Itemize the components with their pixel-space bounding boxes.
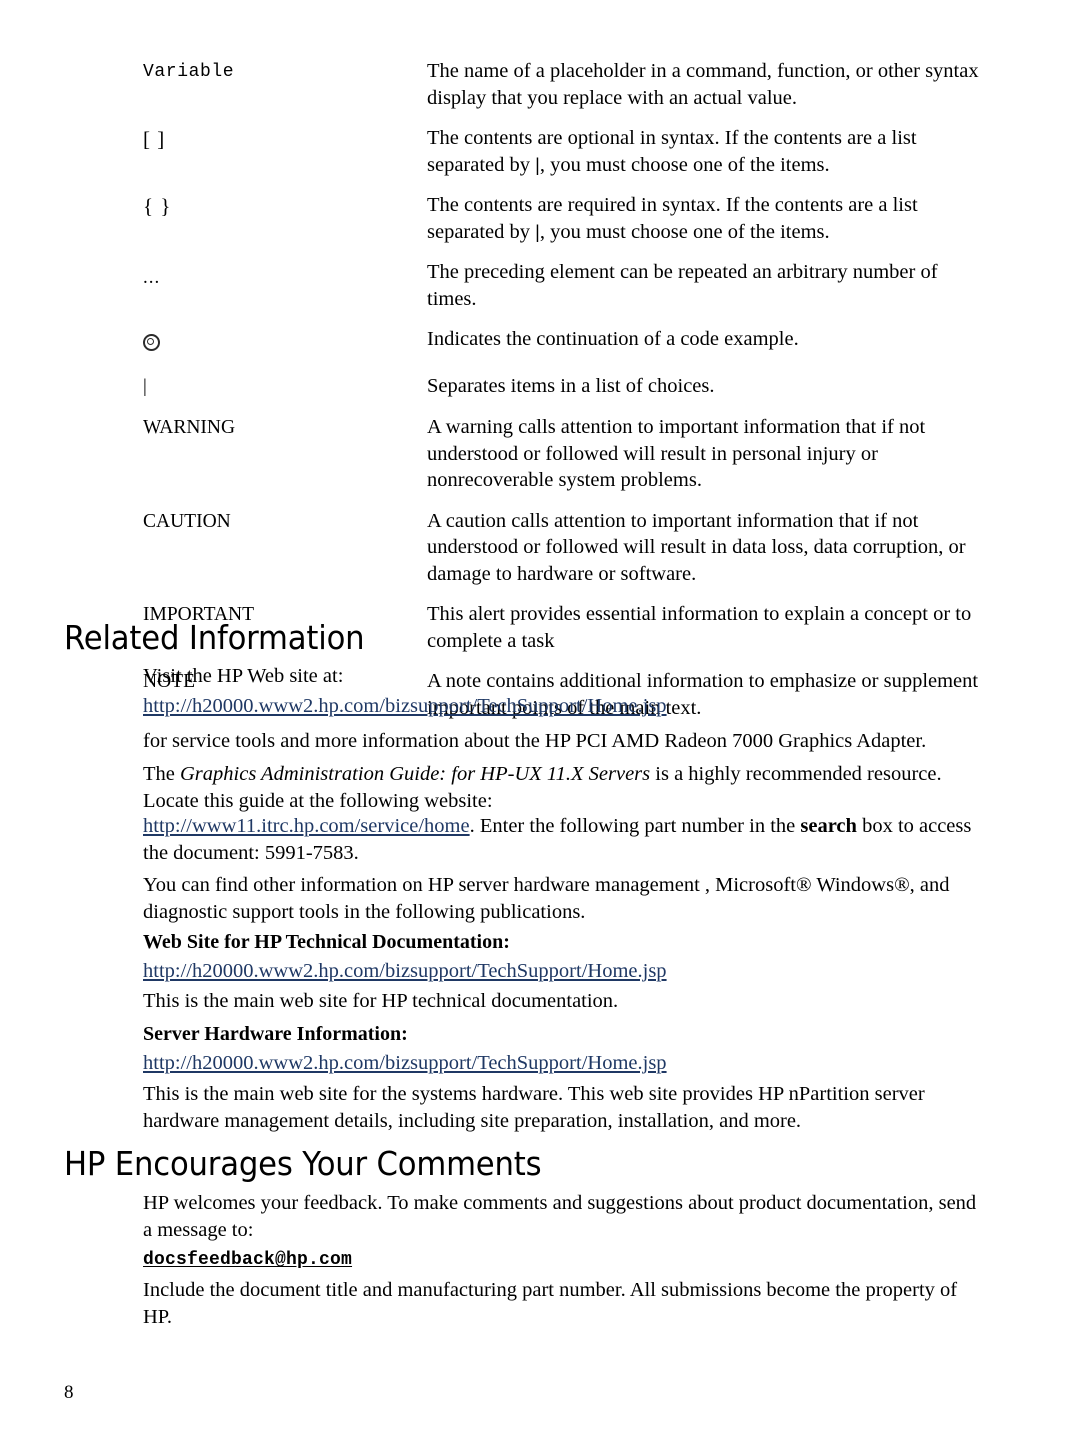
itrc-after-text-1: . Enter the following part number in the — [469, 815, 801, 837]
section-heading-related-information: Related Information — [64, 618, 365, 657]
itrc-search-keyword: search — [800, 815, 857, 837]
convention-description: The contents are optional in syntax. If … — [427, 125, 988, 178]
comments-intro-text: HP welcomes your feedback. To make comme… — [143, 1192, 977, 1241]
convention-description: This alert provides essential informatio… — [427, 603, 972, 652]
link-hp-technical-documentation[interactable]: http://h20000.www2.hp.com/bizsupport/Tec… — [143, 960, 667, 982]
page-number: 8 — [64, 1382, 74, 1403]
subheading-server-hardware-information: Server Hardware Information: — [143, 1023, 408, 1045]
guide-reference-paragraph: The Graphics Administration Guide: for H… — [143, 761, 988, 814]
convention-term: ... — [143, 267, 161, 288]
related-after-link-text: for service tools and more information a… — [143, 730, 927, 752]
convention-description: The name of a placeholder in a command, … — [427, 60, 979, 109]
table-row: [ ] The contents are optional in syntax.… — [143, 125, 988, 178]
related-intro-text: Visit the HP Web site at: — [143, 665, 344, 687]
convention-term: | — [143, 376, 147, 397]
table-row: CAUTION A caution calls attention to imp… — [143, 508, 988, 588]
comments-outro-text: Include the document title and manufactu… — [143, 1279, 958, 1328]
webdoc-description: This is the main web site for HP technic… — [143, 990, 619, 1012]
table-row: WARNING A warning calls attention to imp… — [143, 414, 988, 494]
convention-term: [ ] — [143, 127, 166, 151]
other-information-paragraph: You can find other information on HP ser… — [143, 874, 950, 923]
convention-description: Indicates the continuation of a code exa… — [427, 328, 799, 350]
code-continuation-spiral-icon — [143, 334, 160, 351]
convention-term — [143, 326, 427, 359]
related-main-link-row: http://h20000.www2.hp.com/bizsupport/Tec… — [143, 693, 988, 720]
webdoc-link-row: http://h20000.www2.hp.com/bizsupport/Tec… — [143, 958, 988, 985]
link-hp-bizsupport[interactable]: http://h20000.www2.hp.com/bizsupport/Tec… — [143, 695, 667, 717]
table-row: Variable The name of a placeholder in a … — [143, 58, 988, 111]
table-row: ... The preceding element can be repeate… — [143, 259, 988, 312]
table-row: | Separates items in a list of choices. — [143, 373, 988, 400]
convention-description: The contents are required in syntax. If … — [427, 192, 988, 245]
convention-description: Separates items in a list of choices. — [427, 375, 715, 397]
table-row: Indicates the continuation of a code exa… — [143, 326, 988, 359]
comments-email-row: docsfeedback@hp.com — [143, 1245, 988, 1274]
convention-term: WARNING — [143, 417, 236, 438]
convention-term: Variable — [143, 62, 235, 82]
section-heading-hp-encourages-your-comments: HP Encourages Your Comments — [64, 1144, 542, 1183]
serverhw-description: This is the main web site for the system… — [143, 1083, 925, 1132]
convention-description: A warning calls attention to important i… — [427, 416, 926, 491]
link-server-hardware-information[interactable]: http://h20000.www2.hp.com/bizsupport/Tec… — [143, 1052, 667, 1074]
convention-term: { } — [143, 194, 172, 218]
serverhw-link-row: http://h20000.www2.hp.com/bizsupport/Tec… — [143, 1050, 988, 1077]
convention-description: A caution calls attention to important i… — [427, 509, 966, 585]
document-page: Variable The name of a placeholder in a … — [0, 0, 1080, 1438]
link-docsfeedback-email[interactable]: docsfeedback@hp.com — [143, 1250, 352, 1270]
convention-description: The preceding element can be repeated an… — [427, 261, 938, 310]
link-itrc-service-home[interactable]: http://www11.itrc.hp.com/service/home — [143, 815, 470, 837]
itrc-paragraph: http://www11.itrc.hp.com/service/home. E… — [143, 813, 988, 866]
guide-title: Graphics Administration Guide: for HP-UX… — [180, 763, 651, 785]
desc-text-part2: , you must choose one of the items. — [539, 220, 830, 243]
convention-term: CAUTION — [143, 510, 231, 532]
guide-prefix: The — [143, 763, 180, 785]
subheading-web-site-technical-documentation: Web Site for HP Technical Documentation: — [143, 931, 510, 953]
table-row: { } The contents are required in syntax.… — [143, 192, 988, 245]
desc-text-part2: , you must choose one of the items. — [539, 153, 830, 176]
